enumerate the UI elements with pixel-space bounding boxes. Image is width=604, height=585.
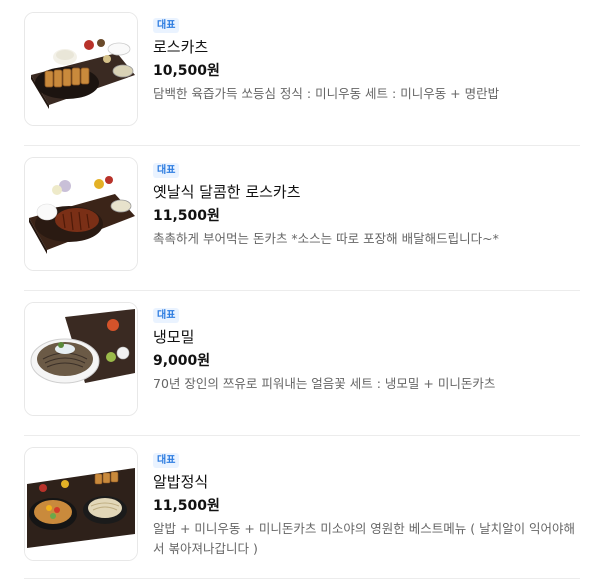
menu-item-old-style-ros-katsu[interactable]: 대표 옛날식 달콤한 로스카츠 11,500원 촉촉하게 부어먹는 돈카츠 *소… bbox=[24, 145, 580, 291]
signature-badge: 대표 bbox=[153, 453, 180, 468]
menu-item-name: 로스카츠 bbox=[153, 38, 209, 56]
menu-item-price: 10,500원 bbox=[153, 63, 220, 79]
menu-item-info: 대표 냉모밀 9,000원 70년 장인의 쯔유로 피워내는 얼음꽃 세트 : … bbox=[153, 303, 583, 394]
menu-item-naengmomil[interactable]: 대표 냉모밀 9,000원 70년 장인의 쯔유로 피워내는 얼음꽃 세트 : … bbox=[24, 290, 580, 436]
menu-item-description: 촉촉하게 부어먹는 돈카츠 *소스는 따로 포장해 배달해드립니다~* bbox=[153, 231, 499, 246]
menu-item-info: 대표 옛날식 달콤한 로스카츠 11,500원 촉촉하게 부어먹는 돈카츠 *소… bbox=[153, 158, 583, 249]
menu-item-description: 70년 장인의 쯔유로 피워내는 얼음꽃 세트 : 냉모밀 + 미니돈카츠 bbox=[153, 376, 496, 391]
menu-item-name: 알밥정식 bbox=[153, 473, 209, 491]
menu-item-name: 냉모밀 bbox=[153, 328, 195, 346]
menu-item-description: 알밥 + 미니우동 + 미니돈카츠 미소야의 영원한 베스트메뉴 ( 날치알이 … bbox=[153, 521, 576, 556]
food-photo-icon bbox=[25, 13, 137, 125]
food-photo-icon bbox=[25, 158, 137, 270]
menu-item-price: 11,500원 bbox=[153, 208, 220, 224]
signature-badge: 대표 bbox=[153, 163, 180, 178]
menu-item-name: 옛날식 달콤한 로스카츠 bbox=[153, 183, 301, 201]
menu-item-albap-set[interactable]: 대표 알밥정식 11,500원 알밥 + 미니우동 + 미니돈카츠 미소야의 영… bbox=[24, 435, 580, 579]
signature-badge: 대표 bbox=[153, 308, 180, 323]
menu-item-ros-katsu[interactable]: 대표 로스카츠 10,500원 담백한 육즙가득 쏘등심 정식 : 미니우동 세… bbox=[24, 0, 580, 146]
food-photo-icon bbox=[25, 448, 137, 560]
menu-item-photo[interactable] bbox=[24, 302, 138, 416]
menu-item-info: 대표 로스카츠 10,500원 담백한 육즙가득 쏘등심 정식 : 미니우동 세… bbox=[153, 13, 583, 104]
menu-item-price: 11,500원 bbox=[153, 498, 220, 514]
menu-item-photo[interactable] bbox=[24, 157, 138, 271]
signature-badge: 대표 bbox=[153, 18, 180, 33]
menu-item-photo[interactable] bbox=[24, 447, 138, 561]
menu-item-info: 대표 알밥정식 11,500원 알밥 + 미니우동 + 미니돈카츠 미소야의 영… bbox=[153, 448, 583, 559]
menu-item-description: 담백한 육즙가득 쏘등심 정식 : 미니우동 세트 : 미니우동 + 명란밥 bbox=[153, 86, 500, 101]
food-photo-icon bbox=[25, 303, 137, 415]
menu-item-photo[interactable] bbox=[24, 12, 138, 126]
menu-item-price: 9,000원 bbox=[153, 353, 211, 369]
